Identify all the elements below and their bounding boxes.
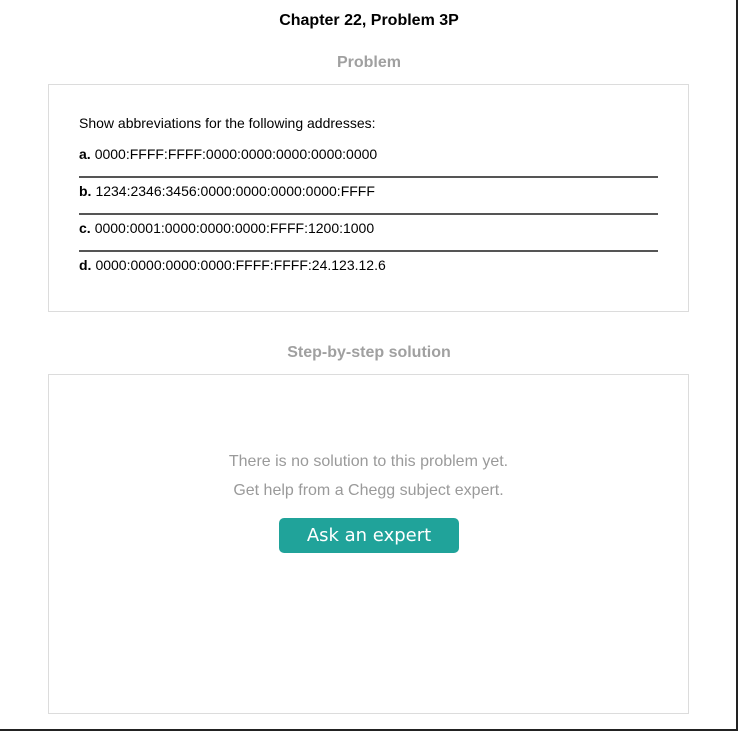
part-letter: b.	[79, 183, 92, 199]
part-text: 0000:0000:0000:0000:FFFF:FFFF:24.123.12.…	[95, 257, 386, 273]
problem-intro: Show abbreviations for the following add…	[79, 115, 376, 131]
ask-an-expert-button[interactable]: Ask an expert	[279, 518, 459, 553]
part-text: 0000:0001:0000:0000:0000:FFFF:1200:1000	[94, 220, 375, 236]
part-letter: d.	[79, 257, 92, 273]
part-letter: c.	[79, 220, 91, 236]
no-solution-message: There is no solution to this problem yet…	[228, 453, 509, 470]
page-title: Chapter 22, Problem 3P	[279, 12, 459, 29]
problem-part-b: b. 1234:2346:3456:0000:0000:0000:0000:FFF…	[79, 178, 658, 215]
solution-heading: Step-by-step solution	[287, 344, 451, 361]
problem-parts-list: a. 0000:FFFF:FFFF:0000:0000:0000:0000:000…	[79, 141, 658, 289]
problem-part-a: a. 0000:FFFF:FFFF:0000:0000:0000:0000:000…	[79, 141, 658, 178]
get-help-message: Get help from a Chegg subject expert.	[233, 482, 504, 499]
part-letter: a.	[79, 146, 91, 162]
problem-heading: Problem	[336, 54, 401, 71]
problem-part-c: c. 0000:0001:0000:0000:0000:FFFF:1200:100…	[79, 215, 658, 252]
solution-card: There is no solution to this problem yet…	[48, 374, 689, 714]
problem-card: Show abbreviations for the following add…	[48, 84, 689, 312]
part-text: 1234:2346:3456:0000:0000:0000:0000:FFFF	[95, 183, 375, 199]
problem-part-d: d. 0000:0000:0000:0000:FFFF:FFFF:24.123.1…	[79, 252, 658, 289]
part-text: 0000:FFFF:FFFF:0000:0000:0000:0000:0000	[94, 146, 378, 162]
